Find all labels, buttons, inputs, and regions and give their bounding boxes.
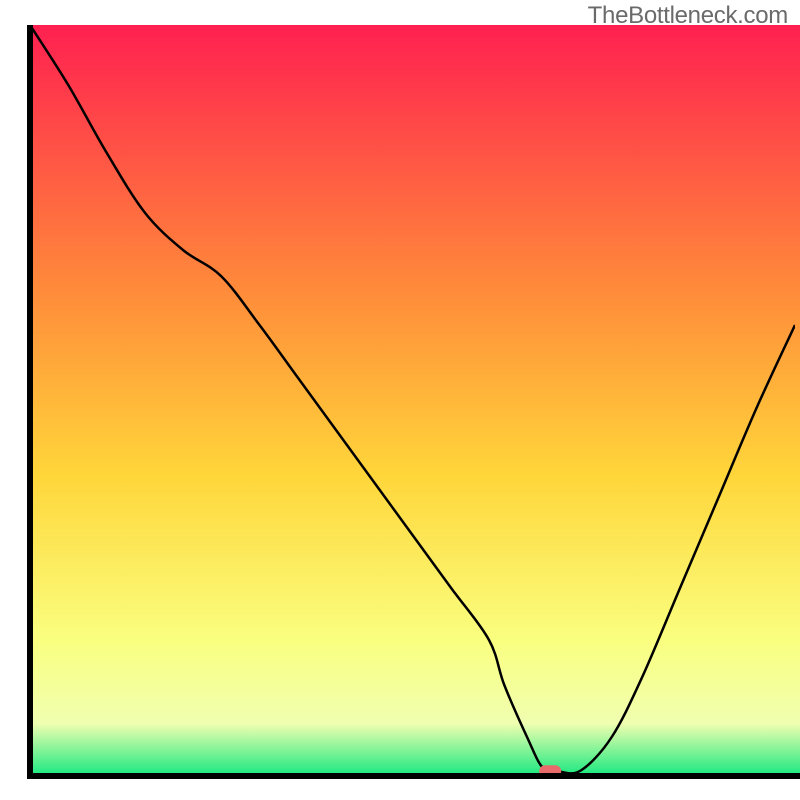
chart-container: TheBottleneck.com xyxy=(0,0,800,800)
gradient-background xyxy=(30,25,800,776)
bottleneck-chart xyxy=(0,0,800,800)
watermark-text: TheBottleneck.com xyxy=(588,2,788,30)
